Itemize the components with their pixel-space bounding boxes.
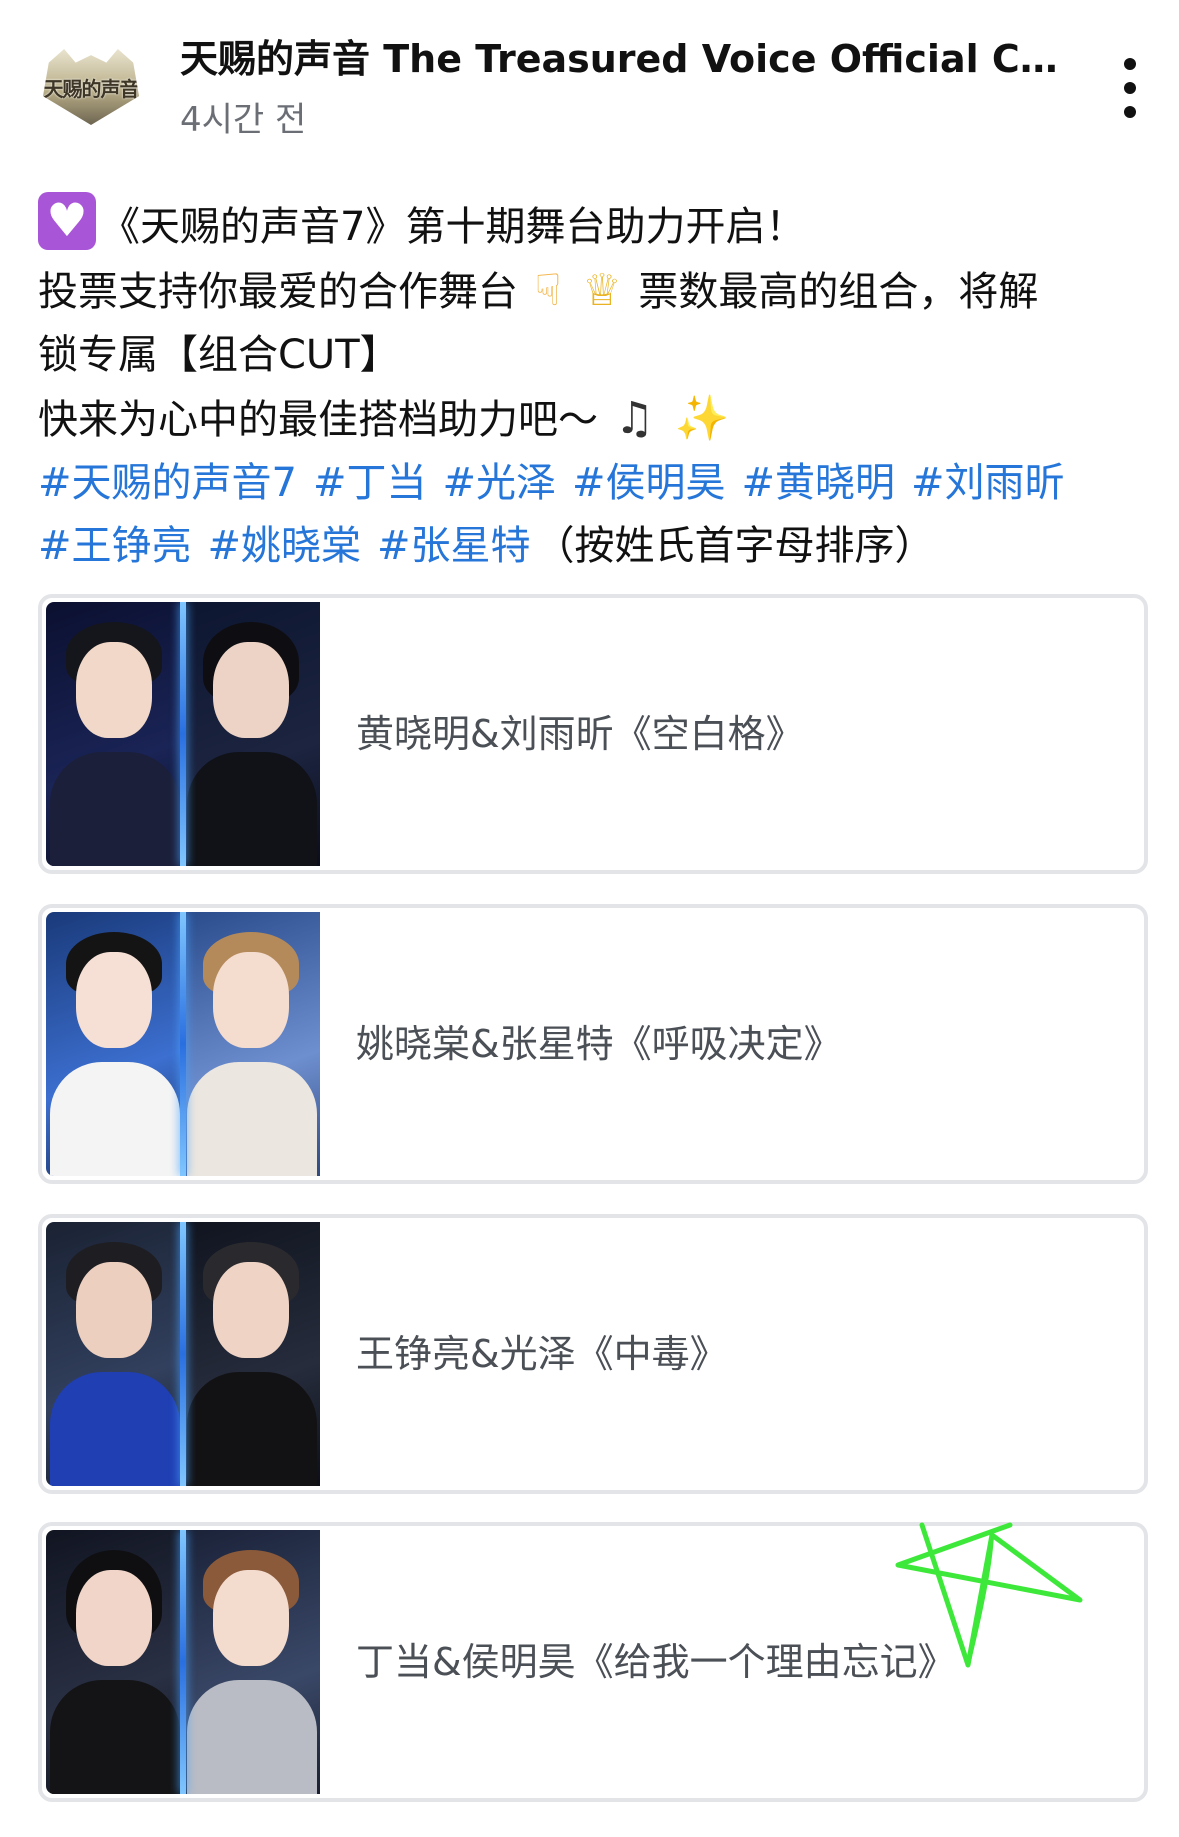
microphone-icon: ♫ [614, 393, 655, 444]
hashtag-link[interactable]: #张星特 [377, 523, 531, 569]
poll-option-label: 姚晓棠&张星特《呼吸决定》 [356, 1021, 842, 1066]
channel-logo: 天赐的声音 [43, 49, 139, 125]
poll-option-label: 黄晓明&刘雨昕《空白格》 [356, 711, 804, 756]
poll-option-1[interactable]: 黄晓明&刘雨昕《空白格》 [38, 594, 1148, 874]
post-line-3: 锁专属【组合CUT】 [38, 332, 400, 378]
hashtag-link[interactable]: #丁当 [313, 460, 427, 506]
poll-option-label: 王铮亮&光泽《中毒》 [356, 1331, 728, 1376]
poll-option-thumbnail [46, 1530, 320, 1794]
hashtag-link[interactable]: #光泽 [442, 460, 556, 506]
hashtag-link[interactable]: #刘雨昕 [911, 460, 1065, 506]
post-header: 天赐的声音 天赐的声音 The Treasured Voice Official… [0, 0, 1179, 160]
purple-heart-icon [38, 192, 96, 250]
sort-note: （按姓氏首字母排序） [534, 523, 935, 569]
hashtag-line-2: #王铮亮 #姚晓棠 #张星特 （按姓氏首字母排序） [38, 515, 1148, 578]
hashtag-link[interactable]: #天赐的声音7 [38, 460, 297, 506]
post-line-4: 快来为心中的最佳搭档助力吧～ ♫ ✨ [38, 387, 1148, 452]
poll-option-thumbnail [46, 1222, 320, 1486]
star-doodle-icon [895, 1522, 1083, 1668]
more-options-button[interactable] [1110, 58, 1150, 118]
post-timestamp: 4시간 전 [180, 100, 307, 140]
poll-option-thumbnail [46, 912, 320, 1176]
post-line-1: 《天赐的声音7》第十期舞台助力开启！ [38, 192, 1148, 259]
post-page: 天赐的声音 天赐的声音 The Treasured Voice Official… [0, 0, 1179, 1837]
hashtag-link[interactable]: #黄晓明 [742, 460, 896, 506]
trophy-icon: ♕ [582, 265, 622, 316]
more-vertical-icon [1124, 58, 1136, 70]
channel-logo-text: 天赐的声音 [43, 76, 140, 101]
channel-avatar[interactable]: 天赐的声音 [38, 44, 144, 130]
poll-option-2[interactable]: 姚晓棠&张星特《呼吸决定》 [38, 904, 1148, 1184]
channel-name[interactable]: 天赐的声音 The Treasured Voice Official Ch... [180, 28, 1060, 83]
hashtag-line-1: #天赐的声音7 #丁当 #光泽 #侯明昊 #黄晓明 #刘雨昕 [38, 452, 1148, 515]
hashtag-link[interactable]: #王铮亮 [38, 523, 192, 569]
hashtag-link[interactable]: #姚晓棠 [208, 523, 362, 569]
post-line-2: 投票支持你最爱的合作舞台 ☟ ♕ 票数最高的组合，将解 [38, 259, 1148, 324]
post-text: 《天赐的声音7》第十期舞台助力开启！ 投票支持你最爱的合作舞台 ☟ ♕ 票数最高… [38, 192, 1148, 578]
pointing-down-hand-icon: ☟ [534, 265, 562, 316]
poll-option-3[interactable]: 王铮亮&光泽《中毒》 [38, 1214, 1148, 1494]
hashtag-link[interactable]: #侯明昊 [572, 460, 726, 506]
sparkles-icon: ✨ [674, 393, 730, 444]
poll-option-thumbnail [46, 602, 320, 866]
poll-option-label: 丁当&侯明昊《给我一个理由忘记》 [356, 1639, 956, 1684]
